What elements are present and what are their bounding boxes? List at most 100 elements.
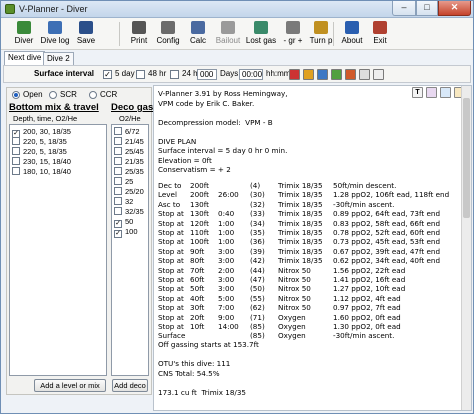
checkbox[interactable] xyxy=(114,157,122,165)
plan-cell: Nitrox 50 xyxy=(278,265,311,275)
plan-cell: (34) xyxy=(250,218,265,228)
five-day-label: 5 day xyxy=(115,69,135,78)
plan-cell: Oxygen xyxy=(278,312,306,322)
checkbox[interactable] xyxy=(114,177,122,185)
close-button[interactable]: ✕ xyxy=(438,1,471,16)
dive-log-icon xyxy=(48,21,62,34)
checkbox[interactable] xyxy=(12,157,20,165)
add-deco-button[interactable]: Add deco xyxy=(112,379,148,392)
dive-plan-report: T V-Planner 3.91 by Ross Hemingway, VPM c… xyxy=(153,85,472,411)
alert-icon[interactable] xyxy=(345,69,356,80)
report-line: 173.1 cu ft Trimix 18/35 xyxy=(158,387,246,397)
chart-icon[interactable] xyxy=(331,69,342,80)
toolbar-lost-gas-button[interactable]: Lost gas xyxy=(244,20,278,48)
list-item[interactable]: ✓ 100 xyxy=(114,227,138,238)
time-input[interactable]: 00:00 xyxy=(239,69,263,80)
days-input[interactable]: 000 xyxy=(197,69,217,80)
list-item[interactable]: 25/35 xyxy=(114,167,144,177)
add-level-button[interactable]: Add a level or mix xyxy=(34,379,106,392)
list-item[interactable]: 21/35 xyxy=(114,157,144,167)
checkbox[interactable] xyxy=(12,147,20,155)
list-item[interactable]: 32/35 xyxy=(114,207,144,217)
checkbox[interactable] xyxy=(114,207,122,215)
plan-cell: 2:00 xyxy=(218,265,235,275)
grid-icon[interactable] xyxy=(359,69,370,80)
list-item[interactable]: 220, 5, 18/35 xyxy=(12,147,67,157)
mode-ccr-radio[interactable] xyxy=(89,91,97,99)
dive-tabs: Next dive Dive 2 xyxy=(1,51,473,65)
toolbar-diver-button[interactable]: Diver xyxy=(11,20,37,48)
calc-icon xyxy=(191,21,205,34)
plan-cell: Oxygen xyxy=(278,322,306,331)
scroll-thumb[interactable] xyxy=(463,98,470,218)
checkbox[interactable] xyxy=(114,147,122,155)
toolbar-dive-log-button[interactable]: Dive log xyxy=(39,20,71,48)
report-line: Decompression model: VPM - B xyxy=(158,117,273,127)
maximize-button[interactable]: □ xyxy=(416,1,438,16)
toolbar-gradient-button[interactable]: - gr + xyxy=(280,20,306,48)
mode-scr-radio[interactable] xyxy=(49,91,57,99)
plan-cell: 0.73 ppO2, 45ft ead, 53ft end xyxy=(333,237,441,247)
plan-cell: Stop at xyxy=(158,284,184,294)
plan-cell: Stop at xyxy=(158,303,184,313)
list-item[interactable]: 32 xyxy=(114,197,133,207)
plan-cell: 1.27 ppO2, 10ft ead xyxy=(333,284,406,294)
toolbar-turn-pressure-button[interactable]: Turn p xyxy=(307,20,335,48)
plan-cell: 100ft xyxy=(190,237,209,247)
stop-icon[interactable] xyxy=(289,69,300,80)
toolbar-save-button[interactable]: Save xyxy=(73,20,99,48)
plan-cell: 26:00 xyxy=(218,190,239,200)
checkbox[interactable] xyxy=(114,167,122,175)
five-day-checkbox[interactable]: ✓ xyxy=(103,70,112,79)
table-icon[interactable] xyxy=(317,69,328,80)
forty-eight-hr-checkbox[interactable] xyxy=(136,70,145,79)
plan-cell: Dec to xyxy=(158,181,182,190)
plan-cell: 0.89 ppO2, 64ft ead, 73ft end xyxy=(333,209,441,219)
toolbar-bailout-button[interactable]: Bailout xyxy=(213,20,243,48)
list-item[interactable]: 25/45 xyxy=(114,147,144,157)
list-item[interactable]: 220, 5, 18/35 xyxy=(12,137,67,147)
list-item[interactable]: 25/20 xyxy=(114,187,144,197)
checkbox[interactable] xyxy=(114,127,122,135)
plan-cell: (85) xyxy=(250,322,265,331)
plan-cell: Stop at xyxy=(158,237,184,247)
list-item[interactable]: 21/45 xyxy=(114,137,144,147)
list-item[interactable]: ✓ 50 xyxy=(114,217,133,228)
list-item[interactable]: 180, 10, 18/40 xyxy=(12,167,71,177)
list-item[interactable]: 230, 15, 18/40 xyxy=(12,157,71,167)
number-icon[interactable] xyxy=(373,69,384,80)
toolbar-exit-button[interactable]: Exit xyxy=(369,20,391,48)
list-item[interactable]: 6/72 xyxy=(114,127,140,137)
plan-cell: 1.30 ppO2, 0ft ead xyxy=(333,322,401,331)
vertical-scrollbar[interactable] xyxy=(461,86,471,410)
list-item[interactable]: ✓ 200, 30, 18/35 xyxy=(12,127,71,138)
toolbar-config-button[interactable]: Config xyxy=(154,20,182,48)
plan-cell: (32) xyxy=(250,199,265,209)
tab-dive-2[interactable]: Dive 2 xyxy=(43,52,74,65)
deco-gas-list[interactable]: 6/72 21/45 25/45 21/35 25/35 25 25/20 32… xyxy=(111,124,149,376)
plan-cell: 1.12 ppO2, 4ft ead xyxy=(333,293,401,303)
toolbar-calc-button[interactable]: Calc xyxy=(184,20,212,48)
checkbox[interactable] xyxy=(12,137,20,145)
plan-cell: 1:00 xyxy=(218,237,235,247)
toolbar-print-button[interactable]: Print xyxy=(126,20,152,48)
checkbox[interactable] xyxy=(114,137,122,145)
report-line: Conservatism = + 2 xyxy=(158,165,231,174)
save-icon xyxy=(79,21,93,34)
plan-cell: Nitrox 50 xyxy=(278,275,311,284)
plan-cell: 20ft xyxy=(190,312,205,322)
warning-icon[interactable] xyxy=(303,69,314,80)
main-toolbar: Diver Dive log Save Print Config Calc Ba… xyxy=(1,18,473,50)
mode-open-radio[interactable] xyxy=(12,91,20,99)
list-item[interactable]: 25 xyxy=(114,177,133,187)
checkbox[interactable] xyxy=(12,167,20,175)
bottom-mix-list[interactable]: ✓ 200, 30, 18/35 220, 5, 18/35 220, 5, 18… xyxy=(9,124,107,376)
checkbox[interactable]: ✓ xyxy=(114,230,122,238)
checkbox[interactable] xyxy=(114,197,122,205)
minimize-button[interactable]: – xyxy=(392,1,416,16)
plan-cell: 40ft xyxy=(190,293,205,303)
tab-next-dive[interactable]: Next dive xyxy=(4,51,46,65)
toolbar-about-button[interactable]: About xyxy=(339,20,365,48)
twenty-four-hr-checkbox[interactable] xyxy=(170,70,179,79)
checkbox[interactable] xyxy=(114,187,122,195)
